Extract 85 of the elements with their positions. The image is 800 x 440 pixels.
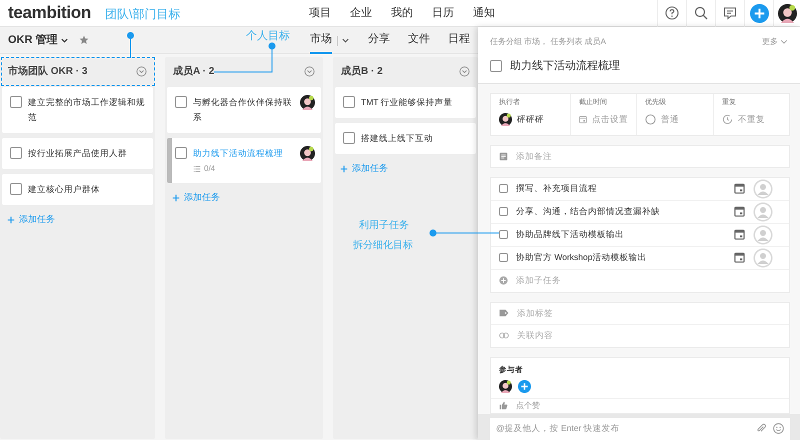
calendar-icon[interactable] [734,183,745,194]
column-menu-icon[interactable] [136,66,147,76]
note-icon [499,152,508,160]
plus-icon [499,276,508,285]
add-participant-button[interactable] [518,380,531,393]
breadcrumb: 任务分组 市场， 任务列表 成员A [490,36,606,48]
checkbox[interactable] [499,230,508,239]
subtask-title: 分享、沟通，结合内部情况查漏补缺 [516,205,661,218]
column-menu-icon[interactable] [304,66,315,76]
task-card[interactable]: 建立核心用户群体 [2,174,153,205]
checkbox[interactable] [10,147,22,159]
task-title: 助力线下活动流程梳理 [193,147,284,160]
search-icon[interactable] [694,6,708,20]
subtask-title: 撰写、补充项目流程 [516,182,598,195]
task-title: 助力线下活动流程梳理 [510,58,620,74]
user-avatar [778,4,796,22]
subtask-title: 协助官方 Workshop活动模板输出 [516,251,648,264]
chevron-down-icon [780,38,788,46]
tab[interactable]: 市场 [310,27,332,54]
link-icon [499,332,509,339]
checkbox[interactable] [499,253,508,262]
emoji-icon[interactable] [773,423,784,434]
checkbox[interactable] [175,147,187,159]
star-icon[interactable] [78,35,88,45]
logo[interactable]: teambition [8,0,91,26]
checkbox[interactable] [343,96,355,108]
annotation-label: 个人目标 [246,29,290,44]
checkbox[interactable] [10,96,22,108]
leader-line [126,31,135,58]
tab[interactable]: 分享 [368,27,390,54]
calendar-icon[interactable] [734,229,745,240]
task-title: 搭建线上线下互动 [361,132,434,145]
calendar-icon[interactable] [734,206,745,217]
checkbox[interactable] [499,184,508,193]
column-title: 市场团队 OKR · 3 [8,64,88,78]
task-title: 与孵化器合作伙伴保持联系 [193,96,293,124]
thumbs-up-icon [499,401,508,410]
user-placeholder-icon[interactable] [753,224,773,244]
plus-icon [7,216,15,224]
help-icon[interactable] [665,6,679,20]
user-placeholder-icon[interactable] [753,202,773,222]
tag-icon [499,309,509,317]
subtask-count: 0/4 [204,163,216,175]
task-title: TMT 行业能够保持声量 [361,96,454,109]
tab[interactable]: 文件 [408,27,430,54]
chat-icon[interactable] [723,6,737,20]
attachment-icon[interactable] [756,423,767,434]
annotation-label: 拆分细化目标 [353,238,413,253]
checkbox[interactable] [343,132,355,144]
checkbox[interactable] [499,207,508,216]
column-menu-icon[interactable] [459,66,470,76]
checkbox[interactable] [10,183,22,195]
tab[interactable]: 日程 [448,27,470,54]
nav-link[interactable]: 我的 [391,5,413,22]
annotation-label: 利用子任务 [359,218,409,233]
avatar [499,380,512,393]
add-button[interactable] [750,4,768,22]
plus-icon [340,164,348,173]
task-card[interactable]: 按行业拓展产品使用人群 [2,138,153,169]
column-title: 成员B · 2 [341,64,383,78]
plus-icon [172,194,180,202]
calendar-icon[interactable] [734,252,745,263]
project-name[interactable]: OKR 管理 [8,32,58,48]
column-title: 成员A · 2 [173,64,214,78]
task-card[interactable]: 搭建线上线下互动 [335,123,476,154]
subtask-title: 协助品牌线下活动模板输出 [516,228,625,241]
nav-link[interactable]: 企业 [350,5,372,22]
nav-link[interactable]: 通知 [473,5,495,22]
nav-link[interactable]: 日历 [432,5,454,22]
task-title: 按行业拓展产品使用人群 [28,147,128,160]
user-placeholder-icon[interactable] [753,178,773,198]
task-card[interactable]: 与孵化器合作伙伴保持联系 [167,87,321,133]
leader-line [429,229,499,237]
task-card[interactable]: TMT 行业能够保持声量 [335,87,476,118]
list-icon [193,165,201,173]
leader-line [214,42,276,73]
annotation-label: 团队\部门目标 [105,6,180,23]
task-card[interactable]: 建立完整的市场工作逻辑和规范 [2,87,153,133]
checkbox[interactable] [490,60,502,72]
checkbox[interactable] [175,96,187,108]
user-placeholder-icon[interactable] [753,248,773,268]
nav-link[interactable]: 项目 [309,5,331,22]
chevron-down-icon[interactable] [341,36,350,45]
task-title: 建立核心用户群体 [28,183,101,196]
task-title: 建立完整的市场工作逻辑和规范 [28,96,146,124]
